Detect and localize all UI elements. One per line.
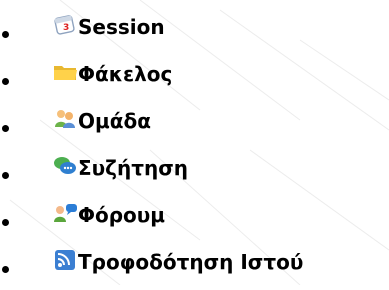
forum-users-icon[interactable] xyxy=(52,202,79,224)
menu-item-group[interactable]: Ομάδα xyxy=(0,102,389,149)
menu-item-label[interactable]: Ομάδα xyxy=(78,108,151,134)
menu-item-discussion[interactable]: Συζήτηση xyxy=(0,149,389,196)
menu-item-label[interactable]: Τροφοδότηση Ιστού xyxy=(78,249,303,275)
bullet xyxy=(2,30,9,38)
svg-text:3: 3 xyxy=(63,23,69,33)
menu-item-label[interactable]: Συζήτηση xyxy=(78,155,188,181)
bullet xyxy=(2,218,9,226)
chat-bubbles-icon[interactable] xyxy=(52,155,79,177)
folder-icon[interactable] xyxy=(52,61,79,83)
rss-feed-icon[interactable] xyxy=(52,249,79,271)
module-list: 3 Session Φάκελος Ομάδα Συζήτηση Φόρουμ … xyxy=(0,8,389,290)
menu-item-label[interactable]: Φόρουμ xyxy=(78,202,165,228)
menu-item-label[interactable]: Session xyxy=(78,14,165,40)
menu-item-label[interactable]: Φάκελος xyxy=(78,61,172,87)
bullet xyxy=(2,77,9,85)
users-group-icon[interactable] xyxy=(52,108,79,130)
bullet xyxy=(2,265,9,273)
calendar-icon[interactable]: 3 xyxy=(52,14,79,36)
menu-item-rss-feed[interactable]: Τροφοδότηση Ιστού xyxy=(0,243,389,290)
bullet xyxy=(2,124,9,132)
menu-item-forum[interactable]: Φόρουμ xyxy=(0,196,389,243)
bullet xyxy=(2,171,9,179)
menu-item-session[interactable]: 3 Session xyxy=(0,8,389,55)
menu-item-folder[interactable]: Φάκελος xyxy=(0,55,389,102)
